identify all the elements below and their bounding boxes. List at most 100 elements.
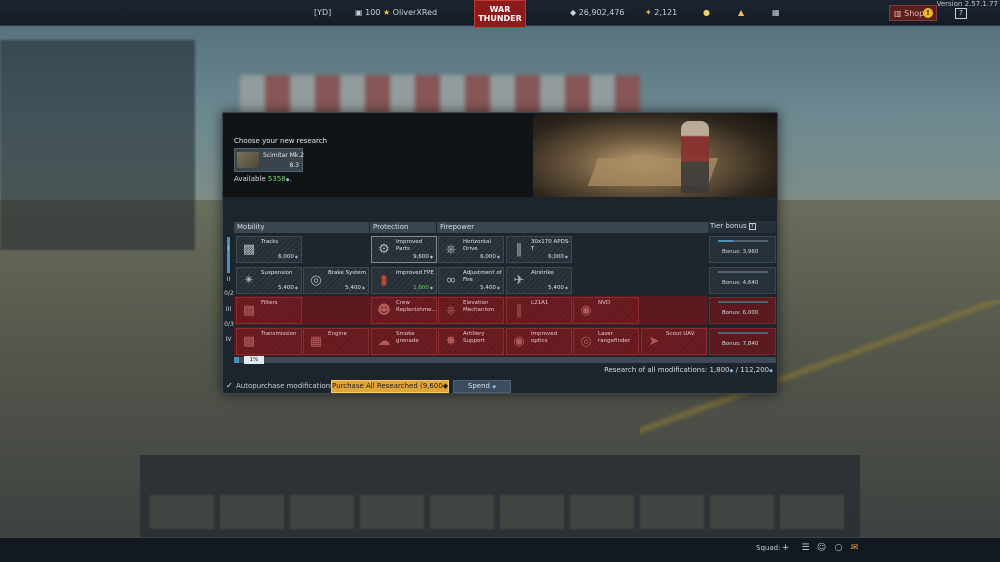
golden-eagles-value: 2,121 [654, 8, 678, 17]
engine-icon: ▦ [309, 334, 323, 349]
module-cost: 1,600 [413, 285, 433, 291]
column-mobility: Mobility [234, 222, 369, 233]
module-nvd[interactable]: ◉ NVD [573, 297, 639, 324]
module-name: Engine [328, 331, 347, 337]
module-improved-optics[interactable]: ◉ Improved optics [506, 328, 572, 355]
war-thunder-logo[interactable]: WAR THUNDER [474, 0, 526, 28]
premium-icon[interactable]: ▲ [738, 8, 744, 17]
hangar-slot [570, 495, 634, 529]
spend-button[interactable]: Spend ◆ [453, 380, 511, 393]
module-tracks[interactable]: ▩ Tracks 6,000 [236, 236, 302, 263]
hangar-slot [220, 495, 284, 529]
module-crew-replenishment[interactable]: ☻ Crew Replenishme... [371, 297, 437, 324]
research-progress-fill [234, 357, 240, 363]
shop-button[interactable]: ▥ Shop ! [889, 5, 937, 21]
background-wall [240, 75, 640, 115]
suspension-icon: ✴ [243, 273, 255, 288]
module-adjustment-of-fire[interactable]: ∞ Adjustment of Fire 5,400 [438, 267, 504, 294]
module-airstrike[interactable]: ✈ Airstrike 5,400 [506, 267, 572, 294]
rangefinder-icon: ◎ [580, 334, 592, 349]
player-level: 100 [365, 8, 381, 17]
research-all-total: 112,200 [740, 366, 770, 374]
module-cost: 6,000 [278, 254, 298, 260]
hangar-slot [290, 495, 354, 529]
module-artillery-support[interactable]: ✸ Artillery Support [438, 328, 504, 355]
autopurchase-checkbox[interactable]: ✓ Autopurchase modifications [226, 381, 334, 390]
module-suspension[interactable]: ✴ Suspension 5,400 [236, 267, 302, 294]
module-elevation-mechanism[interactable]: ⎈ Elevation Mechanism [438, 297, 504, 324]
version-label: Version 2.57.1.77 [936, 0, 998, 8]
purchase-all-researched-button[interactable]: Purchase All Researched (9,600◆) [331, 380, 451, 393]
star-icon: ★ [382, 8, 391, 17]
module-name: Tracks [261, 239, 279, 245]
choose-research-label: Choose your new research [234, 137, 328, 145]
player-profile[interactable]: ▣ 100 ★ OliverXRed [355, 8, 437, 17]
aircraft-icon: ✈ [513, 273, 525, 288]
coupons-icon[interactable]: ▦ [772, 8, 780, 17]
vehicle-card[interactable]: Scimitar Mk.2 8.3 [234, 148, 304, 172]
background-hangar-strip [140, 455, 860, 537]
vehicle-thumbnail [237, 152, 259, 168]
hangar-slot [500, 495, 564, 529]
elevation-icon: ⎈ [445, 303, 457, 318]
dialog-footer: ✓ Autopurchase modifications Purchase All… [223, 379, 777, 394]
module-laser-rangefinder[interactable]: ◎ Laser rangefinder [573, 328, 639, 355]
chat-icon[interactable]: ○ [833, 543, 844, 554]
module-engine[interactable]: ▦ Engine [303, 328, 369, 355]
tier-bonus-cell: Bonus: 6,000 [709, 297, 776, 324]
ammo-icon: ‖ [515, 242, 523, 257]
shop-label: Shop [904, 9, 925, 18]
tier-bonus-text: Bonus: 6,000 [722, 310, 759, 316]
hangar-slot [150, 495, 214, 529]
research-all-label: Research of all modifications: [604, 366, 708, 374]
module-l21a1[interactable]: ‖ L21A1 [506, 297, 572, 324]
squad-label: Squad: [756, 544, 781, 552]
research-progress-bar: 1% [234, 356, 776, 364]
module-horizontal-drive[interactable]: ⎈ Horizontal Drive 6,000 [438, 236, 504, 263]
purchase-all-label: Purchase All Researched (9,600 [332, 382, 443, 390]
list-icon[interactable]: ☰ [800, 543, 811, 554]
clan-tag[interactable]: [YD] [314, 8, 331, 17]
header-artwork [533, 113, 777, 197]
research-point-icon: ◆ [769, 368, 773, 374]
module-transmission[interactable]: ▩ Transmission [236, 328, 302, 355]
available-value: 5358 [267, 175, 286, 183]
adjustment-icon: ∞ [445, 273, 457, 288]
tier-bonus-text: Bonus: 7,840 [722, 341, 759, 347]
silver-lions-balance[interactable]: ◆ 26,902,476 [570, 8, 625, 17]
module-apds-ammo[interactable]: ‖ 30x170 APDS-T 6,000 [506, 236, 572, 263]
golden-eagle-icon: ✦ [645, 8, 652, 17]
artwork-engineer [681, 121, 709, 193]
module-smoke-grenade[interactable]: ☁ Smoke grenade [371, 328, 437, 355]
night-vision-icon: ◉ [580, 303, 592, 318]
tier-label: I [227, 245, 230, 252]
tier-bonus-cell: Bonus: 3,960 [709, 236, 776, 263]
module-cost: 5,400 [278, 285, 298, 291]
module-name: Brake System [328, 270, 367, 276]
module-name: Airstrike [531, 270, 554, 276]
tier-bonus-bar [718, 271, 768, 273]
add-squad-member-icon[interactable]: + [780, 543, 791, 554]
module-scout-uav[interactable]: ➤ Scout UAV [641, 328, 707, 355]
vehicle-battle-rating: 8.3 [289, 162, 299, 169]
tier-bonus-help-icon[interactable]: ? [748, 223, 756, 230]
module-improved-parts[interactable]: ⚙ Improved Parts 9,600 [371, 236, 437, 263]
golden-eagles-balance[interactable]: ✦ 2,121 [645, 8, 677, 17]
artillery-icon: ✸ [445, 334, 457, 349]
lightbulb-icon[interactable]: ● [703, 8, 710, 17]
available-rp: Available 5358◆. [234, 175, 292, 183]
friends-icon[interactable]: ☺ [816, 543, 827, 554]
mail-icon[interactable]: ✉ [849, 543, 860, 554]
module-filters[interactable]: ▩ Filters [236, 297, 302, 324]
help-button[interactable]: ? [955, 8, 967, 19]
module-cost: 5,400 [480, 285, 500, 291]
module-brake-system[interactable]: ◎ Brake System 5,400 [303, 267, 369, 294]
module-cost: 6,000 [480, 254, 500, 260]
module-cost: 5,400 [345, 285, 365, 291]
research-progress-percent: 1% [244, 356, 264, 364]
module-improved-fpe[interactable]: ▮ Improved FPE 1,600 [371, 267, 437, 294]
module-name: Improved FPE [396, 270, 434, 276]
column-firepower: Firepower [437, 222, 708, 233]
hangar-slot [780, 495, 844, 529]
logo-line2: THUNDER [478, 14, 522, 23]
